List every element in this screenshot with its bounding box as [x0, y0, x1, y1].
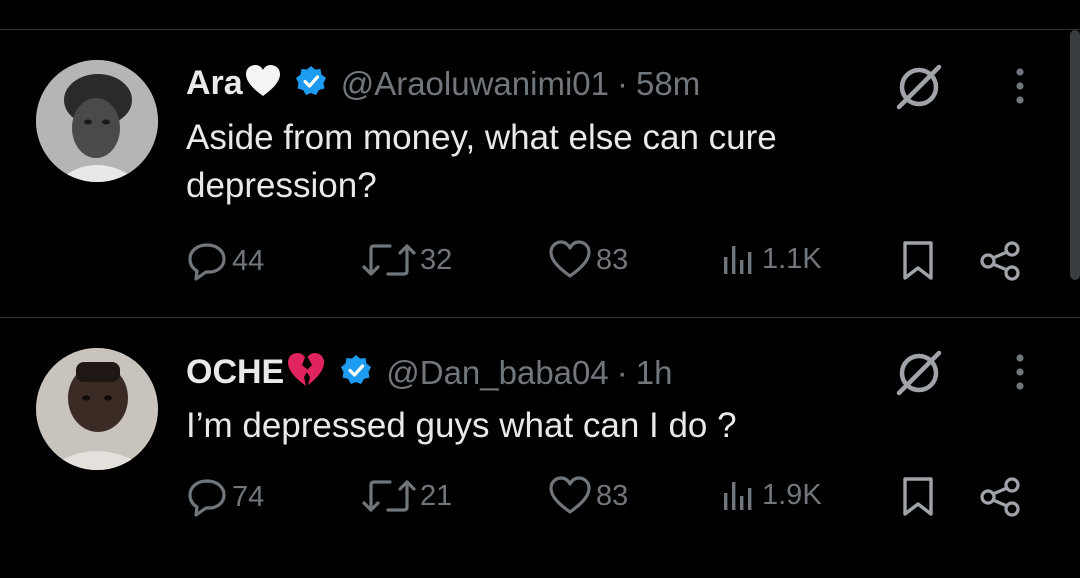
separator-dot: · — [617, 64, 628, 102]
reply-icon — [188, 243, 226, 281]
reply-icon — [188, 479, 226, 517]
author-handle[interactable]: @Araoluwanimi01 — [341, 65, 609, 103]
reply-button[interactable]: 44 — [186, 240, 264, 282]
tweet[interactable]: OCHE @Dan_baba04 · 1h I’m depressed guys… — [0, 318, 1070, 578]
white-heart-icon — [245, 64, 281, 103]
reply-count: 44 — [232, 244, 265, 277]
retweet-button[interactable]: 21 — [362, 476, 452, 516]
views-icon — [724, 482, 752, 510]
views-button[interactable]: 1.1K — [720, 240, 822, 278]
share-icon — [980, 241, 1020, 281]
more-icon[interactable] — [1008, 66, 1032, 111]
bookmark-button[interactable] — [900, 240, 936, 282]
share-icon — [980, 477, 1020, 517]
share-button[interactable] — [978, 476, 1022, 518]
like-icon — [549, 240, 591, 278]
bookmark-icon — [903, 241, 933, 280]
tweet-header: OCHE @Dan_baba04 · 1h — [186, 352, 672, 393]
bookmark-button[interactable] — [900, 476, 936, 518]
share-button[interactable] — [978, 240, 1022, 282]
retweet-button[interactable]: 32 — [362, 240, 452, 280]
author-name[interactable]: OCHE — [186, 353, 284, 392]
like-icon — [549, 476, 591, 514]
views-icon — [724, 246, 752, 274]
like-count: 83 — [596, 479, 629, 512]
retweet-icon — [362, 480, 416, 512]
like-button[interactable]: 83 — [548, 240, 628, 280]
scrollbar[interactable] — [1070, 30, 1080, 280]
reply-button[interactable]: 74 — [186, 476, 264, 518]
timestamp[interactable]: 1h — [636, 354, 673, 392]
reply-count: 74 — [232, 480, 265, 513]
tweet-text: Aside from money, what else can cure dep… — [186, 118, 777, 205]
more-icon[interactable] — [1008, 352, 1032, 397]
like-count: 83 — [596, 243, 629, 276]
avatar[interactable] — [36, 348, 158, 470]
grok-icon[interactable] — [893, 60, 945, 117]
retweet-count: 21 — [420, 479, 453, 512]
views-count: 1.9K — [762, 478, 822, 511]
verified-badge-icon[interactable] — [340, 354, 372, 391]
views-button[interactable]: 1.9K — [720, 476, 822, 514]
like-button[interactable]: 83 — [548, 476, 628, 516]
retweet-icon — [362, 244, 416, 276]
tweet-text: I’m depressed guys what can I do ? — [186, 406, 737, 445]
tweet-actions: 44 32 83 1.1K — [186, 240, 1046, 290]
author-name[interactable]: Ara — [186, 64, 243, 103]
verified-badge-icon[interactable] — [295, 65, 327, 102]
grok-icon[interactable] — [893, 346, 945, 403]
bookmark-icon — [903, 477, 933, 516]
author-handle[interactable]: @Dan_baba04 — [386, 354, 609, 392]
views-count: 1.1K — [762, 242, 822, 275]
tweet[interactable]: Ara @Araoluwanimi01 · 58m Aside from mon… — [0, 30, 1070, 290]
broken-heart-icon — [286, 352, 326, 393]
separator-dot: · — [616, 353, 628, 391]
avatar[interactable] — [36, 60, 158, 182]
tweet-header: Ara @Araoluwanimi01 · 58m — [186, 64, 700, 103]
timestamp[interactable]: 58m — [636, 65, 700, 103]
tweet-actions: 74 21 83 1.9K — [186, 476, 1046, 526]
retweet-count: 32 — [420, 243, 453, 276]
